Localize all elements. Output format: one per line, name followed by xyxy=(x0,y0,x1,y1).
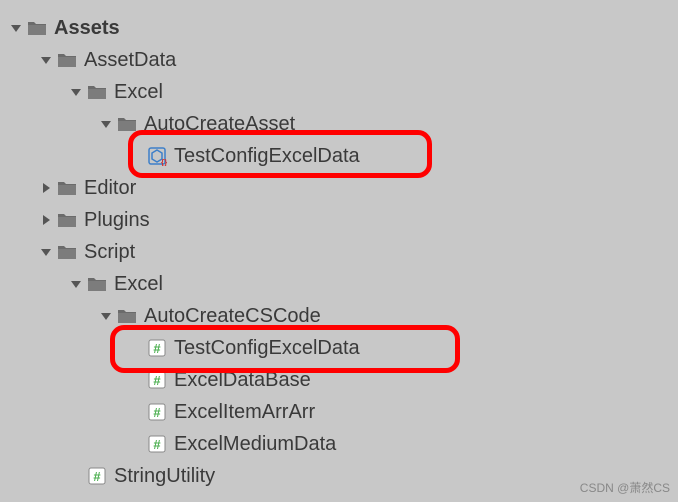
folder-icon xyxy=(86,81,108,103)
folder-icon xyxy=(116,305,138,327)
scriptableobject-icon xyxy=(146,145,168,167)
folder-icon xyxy=(26,17,48,39)
folder-autocreatecs[interactable]: AutoCreateCSCode xyxy=(2,300,678,332)
folder-label: Excel xyxy=(114,273,163,296)
chevron-down-icon[interactable] xyxy=(98,116,114,132)
folder-editor[interactable]: Editor xyxy=(2,172,678,204)
folder-plugins[interactable]: Plugins xyxy=(2,204,678,236)
folder-label: Excel xyxy=(114,81,163,104)
folder-icon xyxy=(116,113,138,135)
folder-assetdata[interactable]: AssetData xyxy=(2,44,678,76)
folder-label: Plugins xyxy=(84,209,150,232)
folder-label: AutoCreateCSCode xyxy=(144,305,321,328)
script-label: StringUtility xyxy=(114,465,215,488)
script-label: ExcelDataBase xyxy=(174,369,311,392)
chevron-down-icon[interactable] xyxy=(98,308,114,324)
script-label: TestConfigExcelData xyxy=(174,337,360,360)
folder-label: Script xyxy=(84,241,135,264)
script-label: ExcelMediumData xyxy=(174,433,336,456)
folder-icon xyxy=(56,209,78,231)
chevron-down-icon[interactable] xyxy=(38,52,54,68)
chevron-down-icon[interactable] xyxy=(38,244,54,260)
folder-label: Assets xyxy=(54,17,120,40)
folder-excel-script[interactable]: Excel xyxy=(2,268,678,300)
script-label: ExcelItemArrArr xyxy=(174,401,315,424)
folder-icon xyxy=(56,49,78,71)
script-exceldatabase[interactable]: ExcelDataBase xyxy=(2,364,678,396)
chevron-down-icon[interactable] xyxy=(8,20,24,36)
chevron-right-icon[interactable] xyxy=(38,212,54,228)
project-tree: Assets AssetData Excel AutoCreateAsset T… xyxy=(0,0,678,492)
folder-icon xyxy=(86,273,108,295)
folder-label: Editor xyxy=(84,177,136,200)
csharp-icon xyxy=(146,401,168,423)
folder-icon xyxy=(56,241,78,263)
folder-assets[interactable]: Assets xyxy=(2,12,678,44)
watermark: CSDN @萧然CS xyxy=(580,479,670,496)
folder-script[interactable]: Script xyxy=(2,236,678,268)
folder-label: AssetData xyxy=(84,49,176,72)
folder-excel-assetdata[interactable]: Excel xyxy=(2,76,678,108)
folder-label: AutoCreateAsset xyxy=(144,113,295,136)
script-testconfigexceldata[interactable]: TestConfigExcelData xyxy=(2,332,678,364)
csharp-icon xyxy=(86,465,108,487)
script-excelitemarrarr[interactable]: ExcelItemArrArr xyxy=(2,396,678,428)
script-stringutility[interactable]: StringUtility xyxy=(2,460,678,492)
asset-label: TestConfigExcelData xyxy=(174,145,360,168)
csharp-icon xyxy=(146,433,168,455)
chevron-down-icon[interactable] xyxy=(68,84,84,100)
chevron-right-icon[interactable] xyxy=(38,180,54,196)
csharp-icon xyxy=(146,337,168,359)
folder-icon xyxy=(56,177,78,199)
folder-autocreateasset[interactable]: AutoCreateAsset xyxy=(2,108,678,140)
script-excelmediumdata[interactable]: ExcelMediumData xyxy=(2,428,678,460)
chevron-down-icon[interactable] xyxy=(68,276,84,292)
csharp-icon xyxy=(146,369,168,391)
asset-testconfigexceldata[interactable]: TestConfigExcelData xyxy=(2,140,678,172)
